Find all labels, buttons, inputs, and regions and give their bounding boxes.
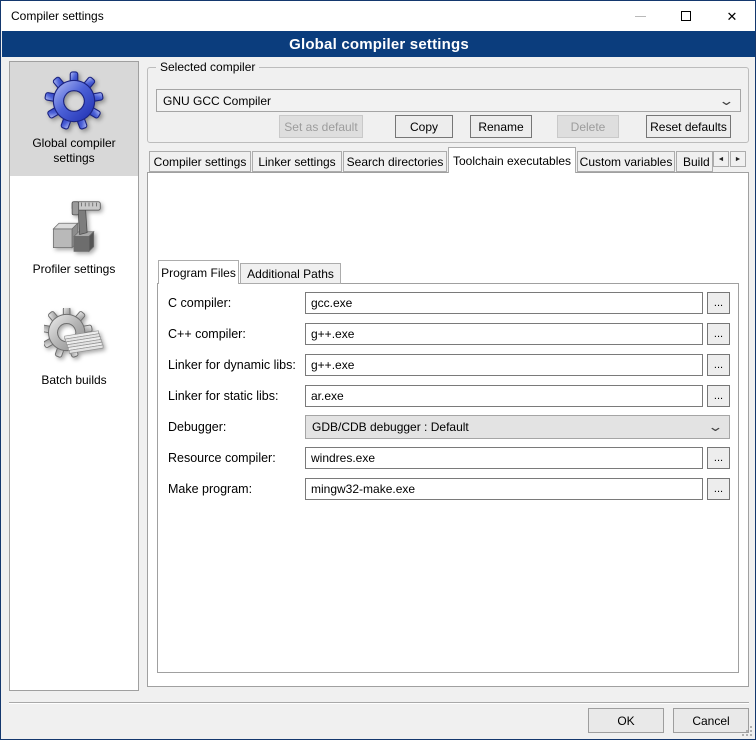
c-compiler-label: C compiler: (168, 296, 305, 310)
cpp-compiler-browse-button[interactable]: ... (707, 323, 730, 345)
button-label: Copy (410, 120, 438, 134)
ellipsis-icon: ... (714, 328, 723, 340)
c-compiler-input[interactable] (305, 292, 703, 314)
sidebar-item-profiler-settings[interactable]: Profiler settings (10, 188, 138, 287)
ellipsis-icon: ... (714, 359, 723, 371)
tab-search-directories[interactable]: Search directories (343, 151, 447, 172)
make-program-label: Make program: (168, 482, 305, 496)
window-title: Compiler settings (11, 9, 104, 23)
tab-toolchain-executables[interactable]: Toolchain executables (448, 147, 576, 173)
ellipsis-icon: ... (714, 483, 723, 495)
tab-label: Build options (683, 155, 713, 169)
tab-label: Additional Paths (247, 267, 334, 281)
maximize-icon (681, 11, 691, 21)
tab-label: Toolchain executables (453, 154, 571, 168)
field-row-debugger: Debugger: GDB/CDB debugger : Default ⌄ (168, 415, 730, 439)
debugger-select[interactable]: GDB/CDB debugger : Default ⌄ (305, 415, 730, 439)
program-files-panel: C compiler: ... C++ compiler: ... Linker… (157, 283, 739, 673)
cpp-compiler-input[interactable] (305, 323, 703, 345)
resource-compiler-label: Resource compiler: (168, 451, 305, 465)
tab-scroll-right-button[interactable]: ► (730, 151, 746, 167)
set-as-default-button[interactable]: Set as default (279, 115, 363, 138)
chevron-down-icon: ⌄ (707, 423, 723, 431)
subtab-program-files[interactable]: Program Files (158, 260, 239, 284)
tab-compiler-settings[interactable]: Compiler settings (149, 151, 251, 172)
cpp-compiler-label: C++ compiler: (168, 327, 305, 341)
resize-grip[interactable] (742, 726, 752, 736)
field-row-cpp-compiler: C++ compiler: ... (168, 322, 730, 346)
caliper-icon (44, 197, 104, 257)
make-program-input[interactable] (305, 478, 703, 500)
make-program-browse-button[interactable]: ... (707, 478, 730, 500)
delete-button[interactable]: Delete (557, 115, 619, 138)
sidebar-item-label: Batch builds (41, 373, 106, 388)
resource-compiler-browse-button[interactable]: ... (707, 447, 730, 469)
ellipsis-icon: ... (714, 297, 723, 309)
cancel-button[interactable]: Cancel (673, 708, 749, 733)
ok-button[interactable]: OK (588, 708, 664, 733)
resource-compiler-input[interactable] (305, 447, 703, 469)
dynamic-linker-input[interactable] (305, 354, 703, 376)
dynamic-linker-label: Linker for dynamic libs: (168, 358, 305, 372)
c-compiler-browse-button[interactable]: ... (707, 292, 730, 314)
ellipsis-icon: ... (714, 452, 723, 464)
field-row-make-program: Make program: ... (168, 477, 730, 501)
arrow-right-icon: ► (735, 156, 742, 163)
field-row-dynamic-linker: Linker for dynamic libs: ... (168, 353, 730, 377)
copy-button[interactable]: Copy (395, 115, 453, 138)
field-row-c-compiler: C compiler: ... (168, 291, 730, 315)
tab-build-options[interactable]: Build options (676, 151, 713, 172)
sidebar-item-label: Global compiler settings (12, 136, 136, 166)
page-banner: Global compiler settings (2, 31, 756, 57)
compiler-select-value: GNU GCC Compiler (163, 94, 721, 108)
rename-button[interactable]: Rename (470, 115, 532, 138)
tab-label: Compiler settings (154, 155, 247, 169)
tab-label: Program Files (161, 266, 236, 280)
static-linker-browse-button[interactable]: ... (707, 385, 730, 407)
button-label: Delete (571, 120, 606, 134)
footer-divider (9, 702, 749, 704)
minimize-button[interactable] (617, 1, 663, 31)
chevron-down-icon: ⌄ (718, 97, 734, 105)
button-label: Set as default (284, 120, 357, 134)
tab-linker-settings[interactable]: Linker settings (252, 151, 342, 172)
dynamic-linker-browse-button[interactable]: ... (707, 354, 730, 376)
debugger-select-value: GDB/CDB debugger : Default (312, 420, 710, 434)
settings-category-list: Global compiler settings (9, 61, 139, 691)
sidebar-item-batch-builds[interactable]: Batch builds (10, 299, 138, 398)
ellipsis-icon: ... (714, 390, 723, 402)
maximize-button[interactable] (663, 1, 709, 31)
minimize-icon (635, 16, 646, 17)
static-linker-label: Linker for static libs: (168, 389, 305, 403)
blue-gear-icon (44, 71, 104, 131)
tab-scroll-left-button[interactable]: ◄ (713, 151, 729, 167)
compiler-select[interactable]: GNU GCC Compiler ⌄ (156, 89, 741, 112)
sidebar-item-label: Profiler settings (33, 262, 116, 277)
tab-label: Search directories (347, 155, 444, 169)
field-row-static-linker: Linker for static libs: ... (168, 384, 730, 408)
button-label: Rename (478, 120, 523, 134)
tab-label: Custom variables (580, 155, 673, 169)
reset-defaults-button[interactable]: Reset defaults (646, 115, 731, 138)
title-bar[interactable]: Compiler settings ✕ (1, 1, 755, 31)
arrow-left-icon: ◄ (718, 156, 725, 163)
compiler-settings-dialog: Compiler settings ✕ Global compiler sett… (0, 0, 756, 740)
subtab-additional-paths[interactable]: Additional Paths (240, 263, 341, 284)
button-label: Reset defaults (650, 120, 727, 134)
selected-compiler-group-label: Selected compiler (156, 60, 259, 74)
button-label: Cancel (692, 714, 729, 728)
close-icon: ✕ (727, 10, 738, 23)
static-linker-input[interactable] (305, 385, 703, 407)
page-title: Global compiler settings (289, 36, 469, 53)
button-label: OK (617, 714, 634, 728)
field-row-resource-compiler: Resource compiler: ... (168, 446, 730, 470)
tab-custom-variables[interactable]: Custom variables (577, 151, 675, 172)
tab-label: Linker settings (258, 155, 335, 169)
sidebar-item-global-compiler-settings[interactable]: Global compiler settings (10, 62, 138, 176)
debugger-label: Debugger: (168, 420, 305, 434)
close-button[interactable]: ✕ (709, 1, 755, 31)
gray-gear-stack-icon (44, 308, 104, 368)
